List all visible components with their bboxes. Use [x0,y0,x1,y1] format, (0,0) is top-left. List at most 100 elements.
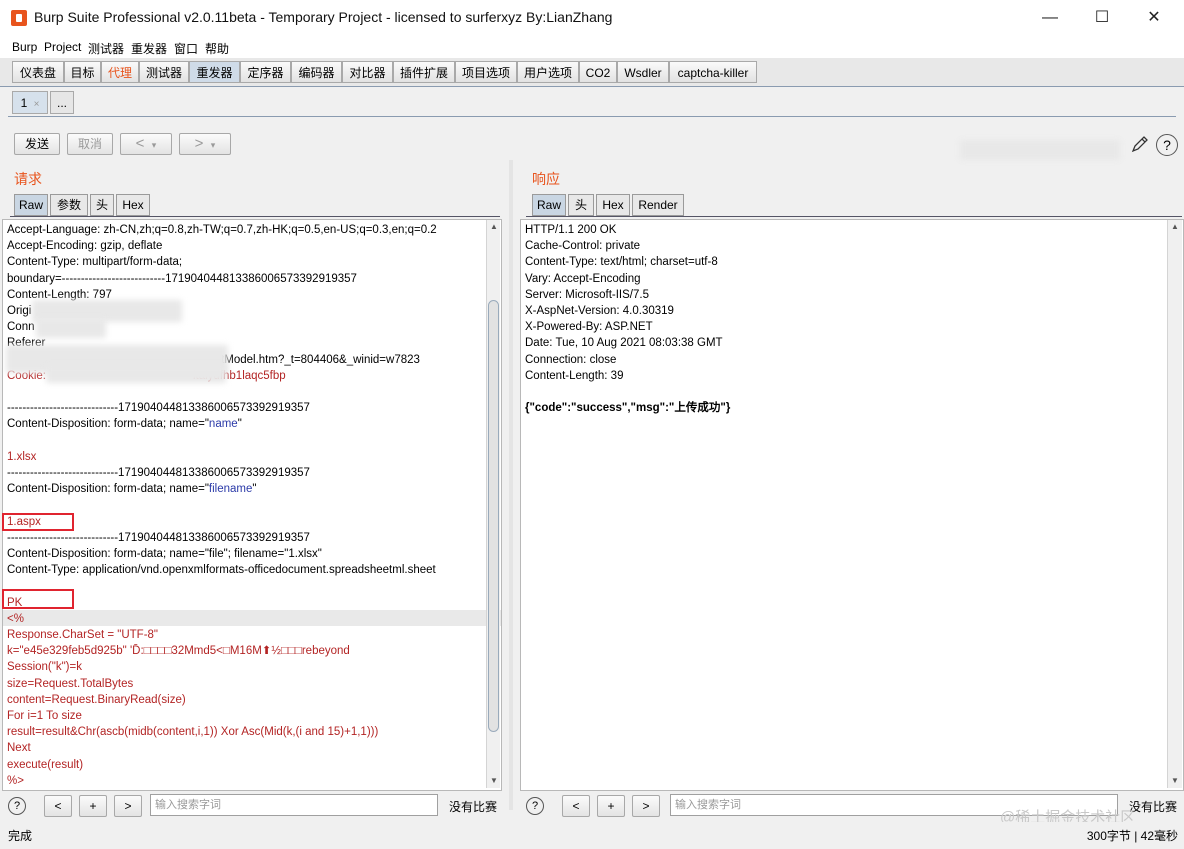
response-line: {"code":"success","msg":"上传成功"} [525,402,731,415]
tab-decoder[interactable]: 编码器 [291,61,342,83]
response-tab-hex[interactable]: Hex [596,194,630,216]
filename-highlight-box [2,513,74,531]
tab-captcha-killer[interactable]: captcha-killer [669,61,757,83]
response-view-tabs: Raw 头 Hex Render [526,194,1182,217]
forward-button[interactable]: > ▾ [179,133,231,155]
panel-divider[interactable] [509,160,513,810]
response-line: HTTP/1.1 200 OK [525,224,617,236]
request-search-add-button[interactable]: + [79,795,107,817]
request-match-count: 没有比赛 [449,800,498,814]
request-line: 1.xlsx [7,450,37,463]
menu-bar: Burp Project 测试器 重发器 窗口 帮助 [0,36,1184,58]
response-line: Cache-Control: private [525,240,641,253]
response-search-next-button[interactable]: > [632,795,660,817]
request-line: k="e45e329feb5d925b" 'D̄:□□□□32Mmd5<□M16… [7,645,350,658]
request-search-help-icon[interactable]: ? [8,797,26,815]
tab-dashboard[interactable]: 仪表盘 [12,61,64,83]
request-line: -----------------------------17190404481… [7,531,310,544]
response-match-count: 没有比赛 [1129,800,1178,814]
request-line: content=Request.BinaryRead(size) [7,693,186,706]
menu-project[interactable]: Project [44,40,81,54]
payload-highlight-box [2,589,74,609]
send-button[interactable]: 发送 [14,133,60,155]
window-title: Burp Suite Professional v2.0.11beta - Te… [34,9,613,25]
target-host-redacted [960,140,1120,160]
repeater-tab-1[interactable]: 1 × [12,91,48,114]
redacted-connection [36,318,106,338]
chevron-left-icon: < [135,135,145,152]
tab-wsdler[interactable]: Wsdler [617,61,669,83]
scroll-thumb[interactable] [488,300,499,732]
maximize-button[interactable]: ☐ [1082,6,1122,30]
response-tab-headers[interactable]: 头 [568,194,594,216]
response-scrollbar[interactable]: ▲ ▼ [1167,220,1182,788]
tab-proxy[interactable]: 代理 [101,61,139,83]
scroll-up-icon[interactable]: ▲ [1171,222,1179,231]
title-bar: Burp Suite Professional v2.0.11beta - Te… [0,0,1184,36]
response-line: X-Powered-By: ASP.NET [525,321,653,334]
status-bar: 完成 300字节 | 42毫秒 [0,822,1184,849]
request-line: size=Request.TotalBytes [7,677,134,690]
request-tab-hex[interactable]: Hex [116,194,150,216]
request-line: execute(result) [7,758,84,771]
current-line-highlight [3,610,501,626]
response-line: Server: Microsoft-IIS/7.5 [525,288,649,301]
edit-target-icon[interactable] [1130,134,1150,157]
tab-intruder[interactable]: 测试器 [139,61,189,83]
help-icon[interactable]: ? [1156,134,1178,156]
tab-user-options[interactable]: 用户选项 [517,61,579,83]
response-line: Date: Tue, 10 Aug 2021 08:03:38 GMT [525,337,723,350]
close-tab-icon[interactable]: × [34,99,40,110]
response-line: Content-Length: 39 [525,369,624,382]
request-view-tabs: Raw 参数 头 Hex [10,194,500,217]
main-tabs: 仪表盘 目标 代理 测试器 重发器 定序器 编码器 对比器 插件扩展 项目选项 … [0,58,1184,87]
request-line: -----------------------------17190404481… [7,467,310,479]
menu-help[interactable]: 帮助 [205,40,229,57]
response-editor[interactable]: HTTP/1.1 200 OK Cache-Control: private Con… [520,219,1184,791]
response-tab-render[interactable]: Render [632,194,684,216]
back-button[interactable]: < ▾ [120,133,172,155]
request-search-next-button[interactable]: > [114,795,142,817]
request-tab-headers[interactable]: 头 [90,194,114,216]
response-search-help-icon[interactable]: ? [526,797,544,815]
tab-comparer[interactable]: 对比器 [342,61,393,83]
request-search-input[interactable]: 输入搜索字词 [150,794,438,816]
tab-project-options[interactable]: 项目选项 [455,61,517,83]
menu-window[interactable]: 窗口 [174,40,198,57]
request-line: %> [7,774,24,787]
request-line: Response.CharSet = "UTF-8" [7,629,159,641]
redacted-cookie [46,365,226,383]
new-tab-button[interactable]: ... [50,91,74,114]
request-scrollbar[interactable]: ▲ ▼ [486,220,500,788]
response-size-time: 300字节 | 42毫秒 [1086,829,1178,843]
tab-co2[interactable]: CO2 [579,61,617,83]
menu-burp[interactable]: Burp [12,40,37,54]
scroll-down-icon[interactable]: ▼ [490,776,498,785]
scroll-down-icon[interactable]: ▼ [1171,776,1179,785]
request-tab-raw[interactable]: Raw [14,194,48,216]
request-title: 请求 [14,171,42,187]
request-line: Next [7,742,31,755]
request-line: -----------------------------17190404481… [7,402,310,415]
scroll-up-icon[interactable]: ▲ [490,222,498,231]
tab-target[interactable]: 目标 [64,61,101,83]
request-tab-params[interactable]: 参数 [50,194,88,216]
request-line: Content-Type: multipart/form-data; [7,256,183,269]
response-search-prev-button[interactable]: < [562,795,590,817]
tab-repeater[interactable]: 重发器 [189,61,240,83]
menu-intruder[interactable]: 测试器 [88,40,124,57]
minimize-button[interactable]: — [1030,6,1070,30]
tab-sequencer[interactable]: 定序器 [240,61,291,83]
response-search-add-button[interactable]: + [597,795,625,817]
status-text: 完成 [8,829,33,843]
burp-logo-icon [11,10,27,26]
cancel-button[interactable]: 取消 [67,133,113,155]
tab-extender[interactable]: 插件扩展 [393,61,455,83]
menu-repeater[interactable]: 重发器 [131,40,167,57]
response-tab-raw[interactable]: Raw [532,194,566,216]
request-line: <% [7,612,24,625]
dropdown-icon: ▾ [151,140,157,150]
request-search-prev-button[interactable]: < [44,795,72,817]
close-button[interactable]: ✕ [1134,6,1174,30]
request-line: Session("k")=k [7,661,82,674]
